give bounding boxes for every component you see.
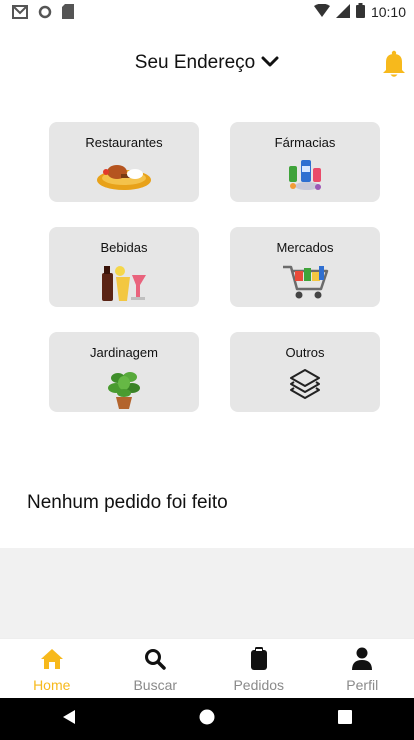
orders-area <box>0 548 414 638</box>
wifi-icon <box>313 3 330 21</box>
layers-icon <box>230 368 380 400</box>
address-label: Seu Endereço <box>134 52 256 74</box>
category-label: Outros <box>285 345 325 360</box>
orders-empty-message: Nenhum pedido foi feito <box>27 492 228 513</box>
recents-icon[interactable] <box>338 709 353 729</box>
nav-label: Pedidos <box>233 677 285 693</box>
home-circle-icon[interactable] <box>199 709 215 730</box>
circle-icon <box>38 5 52 24</box>
app-screen: 10:10 Seu Endereço Restaurantes Fármacia… <box>0 0 414 740</box>
category-grid: Restaurantes Fármacias Bebidas Mercados … <box>49 122 380 412</box>
nav-pedidos[interactable]: Pedidos <box>207 639 311 699</box>
gmail-icon <box>12 4 28 24</box>
category-label: Jardinagem <box>90 345 158 360</box>
category-card-farmacias[interactable]: Fármacias <box>230 122 380 202</box>
person-icon <box>351 647 373 671</box>
back-icon[interactable] <box>62 709 76 730</box>
food-plate-icon <box>49 158 199 192</box>
category-card-bebidas[interactable]: Bebidas <box>49 227 199 307</box>
category-card-jardinagem[interactable]: Jardinagem <box>49 332 199 412</box>
home-icon <box>40 647 64 671</box>
chevron-down-icon <box>261 52 279 74</box>
status-bar: 10:10 <box>0 0 414 24</box>
nav-home[interactable]: Home <box>0 639 104 699</box>
battery-icon <box>355 3 365 21</box>
nav-label: Home <box>33 677 71 693</box>
clock-time: 10:10 <box>370 4 406 20</box>
sd-card-icon <box>62 4 74 24</box>
header: Seu Endereço <box>0 40 414 90</box>
drinks-icon <box>49 263 199 303</box>
nav-label: Buscar <box>133 677 178 693</box>
nav-buscar[interactable]: Buscar <box>104 639 208 699</box>
category-label: Mercados <box>276 240 334 255</box>
address-selector[interactable]: Seu Endereço <box>0 52 414 74</box>
system-navigation-bar <box>0 698 414 740</box>
category-label: Restaurantes <box>85 135 163 150</box>
category-card-mercados[interactable]: Mercados <box>230 227 380 307</box>
bell-icon[interactable] <box>382 50 406 83</box>
shopping-cart-icon <box>230 263 380 301</box>
category-card-outros[interactable]: Outros <box>230 332 380 412</box>
category-card-restaurantes[interactable]: Restaurantes <box>49 122 199 202</box>
category-label: Bebidas <box>100 240 148 255</box>
medicine-icon <box>230 158 380 192</box>
nav-label: Perfil <box>346 677 379 693</box>
search-icon <box>144 647 166 671</box>
signal-icon <box>335 3 350 21</box>
bottom-navigation: Home Buscar Pedidos Perfil <box>0 638 414 699</box>
clipboard-icon <box>250 647 268 671</box>
category-label: Fármacias <box>274 135 336 150</box>
potted-plant-icon <box>49 368 199 410</box>
nav-perfil[interactable]: Perfil <box>311 639 414 699</box>
